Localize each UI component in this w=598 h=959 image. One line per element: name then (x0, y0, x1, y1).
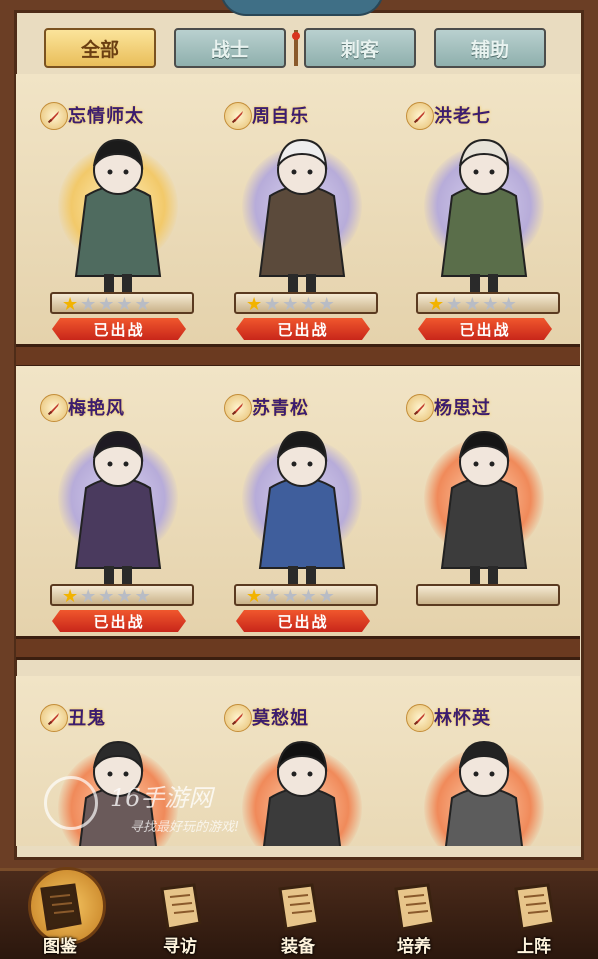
star-icon: ★ (446, 294, 463, 315)
star-icon: ★ (246, 294, 263, 315)
hero-portrait (434, 126, 534, 296)
star-icon: ★ (500, 294, 517, 315)
star-icon: ★ (264, 294, 281, 315)
nav-label: 上阵 (517, 937, 551, 957)
star-icon: ★ (282, 294, 299, 315)
star-icon: ★ (428, 294, 445, 315)
sword-icon (224, 394, 252, 422)
watermark-subtitle: 寻找最好玩的游戏! (130, 820, 240, 835)
nav-label: 装备 (281, 937, 315, 957)
hero-name: 丑鬼 (68, 708, 106, 729)
hero-name: 苏青松 (252, 398, 309, 419)
star-rating: ★ ★ ★ ★ ★ (246, 296, 335, 314)
nav-label: 图鉴 (43, 937, 77, 957)
star-icon: ★ (62, 586, 79, 607)
hero-card[interactable]: 忘情师太 ★ ★ ★ ★ ★ 已出战 (28, 96, 198, 356)
tab-support[interactable]: 辅助 (434, 28, 546, 68)
star-icon: ★ (464, 294, 481, 315)
hero-portrait (434, 728, 534, 846)
star-rating: ★ ★ ★ ★ ★ (62, 588, 151, 606)
sword-icon (40, 102, 68, 130)
hero-card[interactable]: 洪老七 ★ ★ ★ ★ ★ 已出战 (394, 96, 564, 356)
hero-card[interactable]: 林怀英 (394, 698, 564, 846)
star-icon: ★ (98, 294, 115, 315)
hero-card[interactable]: 梅艳风 ★ ★ ★ ★ ★ 已出战 (28, 388, 198, 648)
star-rating: ★ ★ ★ ★ ★ (246, 588, 335, 606)
star-icon: ★ (134, 586, 151, 607)
star-icon: ★ (264, 586, 281, 607)
deployed-badge: 已出战 (418, 318, 552, 340)
star-rating: ★ ★ ★ ★ ★ (428, 296, 517, 314)
hero-pedestal (416, 584, 560, 606)
hero-name: 杨思过 (434, 398, 491, 419)
hero-card[interactable]: 周自乐 ★ ★ ★ ★ ★ 已出战 (212, 96, 382, 356)
tab-warrior[interactable]: 战士 (174, 28, 286, 68)
star-icon: ★ (80, 586, 97, 607)
banner-icon (504, 879, 564, 935)
tab-divider-ornament (292, 30, 300, 66)
hero-card[interactable]: 杨思过 (394, 388, 564, 648)
hero-name: 莫愁姐 (252, 708, 309, 729)
sword-icon (406, 394, 434, 422)
star-icon: ★ (246, 586, 263, 607)
tab-assassin[interactable]: 刺客 (304, 28, 416, 68)
star-icon: ★ (80, 294, 97, 315)
hero-portrait (252, 126, 352, 296)
sword-icon (40, 394, 68, 422)
nav-book[interactable]: 寻访 (130, 871, 230, 959)
manual-icon (384, 879, 444, 935)
hero-portrait (434, 418, 534, 588)
top-ornament (220, 0, 384, 16)
bottom-nav: 图鉴 寻访 装备 培养 上阵 (0, 867, 598, 959)
star-icon: ★ (116, 586, 133, 607)
sword-icon (406, 102, 434, 130)
watermark: 16手游网 寻找最好玩的游戏! (44, 770, 334, 840)
scroll-icon (30, 879, 90, 935)
sword-icon (224, 704, 252, 732)
star-icon: ★ (134, 294, 151, 315)
star-icon: ★ (282, 586, 299, 607)
watermark-logo-icon (44, 776, 98, 830)
hero-name: 忘情师太 (68, 106, 144, 127)
book-icon (150, 879, 210, 935)
deployed-badge: 已出战 (52, 610, 186, 632)
star-icon: ★ (482, 294, 499, 315)
hero-gallery: 忘情师太 ★ ★ ★ ★ ★ 已出战 周自乐 ★ ★ ★ ★ ★ 已出战 洪老七 ★ ★ ★ ★ ★ 已出战 梅艳风 ★ ★ ★… (16, 74, 580, 846)
star-icon: ★ (98, 586, 115, 607)
star-icon: ★ (116, 294, 133, 315)
nav-banner[interactable]: 上阵 (484, 871, 584, 959)
nav-scroll[interactable]: 图鉴 (10, 867, 110, 959)
nav-manual[interactable]: 培养 (364, 871, 464, 959)
tab-all[interactable]: 全部 (44, 28, 156, 68)
deployed-badge: 已出战 (236, 318, 370, 340)
watermark-title: 16手游网 (110, 784, 213, 812)
deployed-badge: 已出战 (52, 318, 186, 340)
sword-icon (40, 704, 68, 732)
star-icon: ★ (318, 586, 335, 607)
star-icon: ★ (62, 294, 79, 315)
hero-name: 林怀英 (434, 708, 491, 729)
sword-icon (406, 704, 434, 732)
hero-card[interactable]: 苏青松 ★ ★ ★ ★ ★ 已出战 (212, 388, 382, 648)
nav-label: 寻访 (163, 937, 197, 957)
star-rating: ★ ★ ★ ★ ★ (62, 296, 151, 314)
hero-name: 周自乐 (252, 106, 309, 127)
nav-armor[interactable]: 装备 (248, 871, 348, 959)
deployed-badge: 已出战 (236, 610, 370, 632)
star-icon: ★ (300, 294, 317, 315)
hero-name: 洪老七 (434, 106, 491, 127)
armor-icon (268, 879, 328, 935)
hero-portrait (252, 418, 352, 588)
hero-portrait (68, 126, 168, 296)
star-icon: ★ (318, 294, 335, 315)
sword-icon (224, 102, 252, 130)
hero-portrait (68, 418, 168, 588)
star-icon: ★ (300, 586, 317, 607)
nav-label: 培养 (397, 937, 431, 957)
hero-name: 梅艳风 (68, 398, 125, 419)
